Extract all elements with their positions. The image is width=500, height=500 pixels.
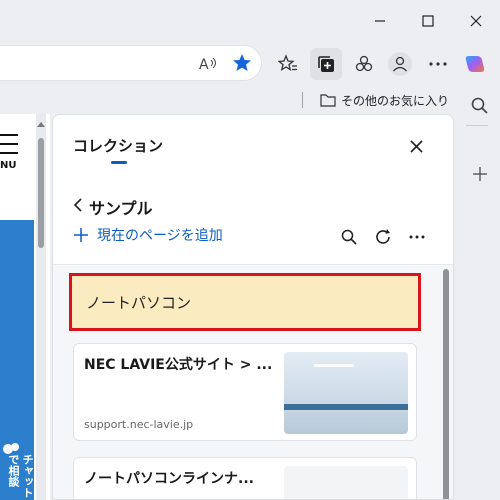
browser-essentials-icon[interactable] xyxy=(350,50,378,78)
plus-icon xyxy=(74,228,88,242)
minimize-button[interactable] xyxy=(366,8,394,34)
title-underline xyxy=(111,161,127,164)
add-current-page-label: 現在のページを追加 xyxy=(97,228,223,244)
note-item[interactable]: ノートパソコン xyxy=(69,273,421,331)
close-window-button[interactable] xyxy=(462,8,490,34)
close-pane-icon[interactable] xyxy=(405,135,429,159)
browser-window: A その他のお気に入り NU チャットで相談 コレクション サンプル 現在のペー… xyxy=(0,0,500,500)
page-scrollbar[interactable] xyxy=(36,114,46,500)
other-favorites-label: その他のお気に入り xyxy=(341,93,450,108)
list-item[interactable]: ノートパソコンラインナ... xyxy=(73,457,417,499)
hamburger-menu-icon[interactable] xyxy=(0,134,18,161)
sidebar-rail xyxy=(460,86,500,500)
other-favorites-folder[interactable]: その他のお気に入り xyxy=(320,90,449,110)
search-icon[interactable] xyxy=(466,92,494,120)
item-title: ノートパソコンラインナ... xyxy=(84,471,254,487)
web-page-content: NU チャットで相談 xyxy=(0,114,50,500)
read-aloud-icon[interactable]: A xyxy=(194,49,222,77)
folder-icon xyxy=(320,94,336,107)
back-chevron-icon[interactable] xyxy=(73,197,83,217)
add-sidebar-app-icon[interactable] xyxy=(466,160,494,188)
favorites-icon[interactable] xyxy=(274,50,302,78)
item-url: support.nec-lavie.jp xyxy=(84,418,194,431)
collection-scrollbar[interactable] xyxy=(443,269,449,499)
collections-icon[interactable] xyxy=(310,48,342,80)
page-scroll-thumb[interactable] xyxy=(38,138,44,248)
more-options-icon[interactable] xyxy=(424,50,452,78)
favorites-bar: その他のお気に入り xyxy=(0,86,460,114)
rail-divider xyxy=(466,125,488,126)
profile-avatar-icon[interactable] xyxy=(386,50,414,78)
add-current-page-button[interactable]: 現在のページを追加 xyxy=(73,225,223,245)
collection-name: サンプル xyxy=(89,199,153,218)
collection-search-icon[interactable] xyxy=(337,225,361,249)
toolbar: A xyxy=(0,42,500,86)
item-thumbnail xyxy=(284,352,408,434)
collection-items-list: ノートパソコン NEC LAVIE公式サイト > ... support.nec… xyxy=(53,265,453,499)
note-text: ノートパソコン xyxy=(86,294,192,312)
copilot-icon[interactable] xyxy=(462,50,490,78)
menu-label: NU xyxy=(0,160,17,171)
refresh-icon[interactable] xyxy=(371,225,395,249)
collections-pane: コレクション サンプル 現在のページを追加 ノートパソコン NEC LAVIE公… xyxy=(52,114,454,500)
collection-more-icon[interactable] xyxy=(405,225,429,249)
maximize-button[interactable] xyxy=(414,8,442,34)
favorites-divider xyxy=(302,92,303,108)
scroll-up-arrow-icon[interactable] xyxy=(37,122,45,127)
page-hero-banner: チャットで相談 xyxy=(0,220,34,500)
svg-text:A: A xyxy=(199,57,209,72)
item-title: NEC LAVIE公式サイト > ... xyxy=(84,357,273,373)
favorite-star-icon[interactable] xyxy=(228,49,256,77)
address-bar[interactable]: A xyxy=(0,45,262,81)
title-bar xyxy=(0,0,500,42)
collections-header: コレクション xyxy=(53,115,453,173)
chat-consult-label[interactable]: チャットで相談 xyxy=(0,454,34,500)
item-thumbnail xyxy=(284,466,408,499)
chat-bubble-icon xyxy=(0,440,34,454)
list-item[interactable]: NEC LAVIE公式サイト > ... support.nec-lavie.j… xyxy=(73,343,417,441)
collection-header-row: サンプル 現在のページを追加 xyxy=(53,173,453,265)
collections-title: コレクション xyxy=(73,137,164,155)
collection-scroll-thumb[interactable] xyxy=(443,269,449,499)
